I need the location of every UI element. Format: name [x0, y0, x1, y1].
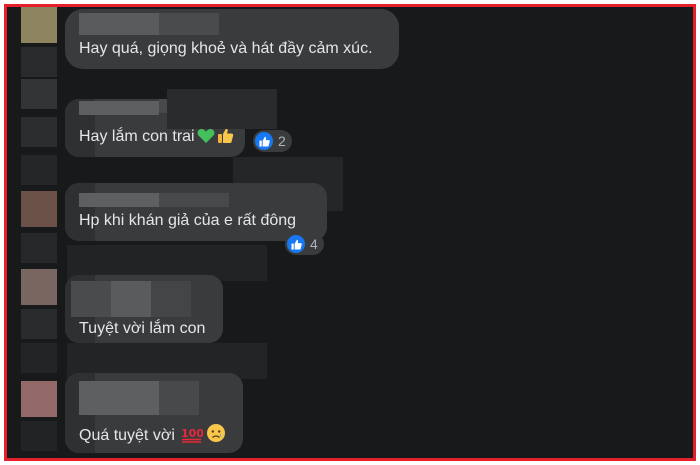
- hundred-points-icon: 100: [181, 425, 204, 449]
- commenter-name-blurred[interactable]: [79, 193, 159, 207]
- green-heart-icon: [197, 128, 215, 150]
- avatar[interactable]: [21, 191, 57, 227]
- pixel-block: [159, 13, 219, 35]
- avatar-placeholder: [21, 309, 57, 339]
- comment-text: Hp khi khán giả của e rất đông: [79, 212, 297, 229]
- commenter-name-blurred[interactable]: [79, 13, 159, 35]
- comment-text-content: Hay lắm con trai: [79, 128, 195, 145]
- comment-text-content: Quá tuyệt vời: [79, 427, 175, 444]
- reaction-count: 2: [278, 133, 286, 149]
- avatar-column: [21, 7, 61, 458]
- avatar-placeholder: [21, 47, 57, 77]
- avatar-placeholder: [21, 79, 57, 109]
- avatar-placeholder: [21, 155, 57, 185]
- avatar[interactable]: [21, 7, 57, 43]
- pixel-block: [167, 89, 277, 129]
- svg-text:100: 100: [181, 427, 203, 440]
- like-icon: [255, 132, 273, 150]
- comment-text: Hay lắm con trai: [79, 127, 234, 150]
- comment-text: Quá tuyệt vời 100: [79, 423, 226, 449]
- avatar[interactable]: [21, 381, 57, 417]
- comments-panel: Hay quá, giọng khoẻ và hát đầy cảm xúc. …: [4, 4, 696, 461]
- reaction-summary[interactable]: 2: [253, 130, 292, 152]
- pixel-block: [151, 281, 191, 317]
- comment-bubble: Hay quá, giọng khoẻ và hát đầy cảm xúc.: [65, 9, 399, 69]
- commenter-name-blurred[interactable]: [71, 281, 111, 317]
- avatar-placeholder: [21, 233, 57, 263]
- thumbs-up-icon: [217, 127, 234, 150]
- pixel-block: [111, 281, 151, 317]
- comment-text: Tuyệt vời lắm con: [79, 320, 206, 337]
- comment-text: Hay quá, giọng khoẻ và hát đầy cảm xúc.: [79, 40, 373, 57]
- avatar-placeholder: [21, 117, 57, 147]
- avatar-placeholder: [21, 343, 57, 373]
- avatar-placeholder: [21, 421, 57, 451]
- comment-bubble: Hp khi khán giả của e rất đông: [65, 183, 327, 241]
- commenter-name-blurred[interactable]: [79, 101, 159, 115]
- reaction-summary[interactable]: 4: [285, 233, 324, 255]
- reaction-count: 4: [310, 236, 318, 252]
- avatar[interactable]: [21, 269, 57, 305]
- comment-bubble: Quá tuyệt vời 100: [65, 373, 243, 453]
- commenter-name-blurred[interactable]: [79, 381, 159, 415]
- like-icon: [287, 235, 305, 253]
- comment-bubble: Tuyệt vời lắm con: [65, 275, 223, 343]
- sad-face-icon: [206, 423, 226, 449]
- pixel-block: [159, 193, 229, 207]
- pixel-block: [159, 381, 199, 415]
